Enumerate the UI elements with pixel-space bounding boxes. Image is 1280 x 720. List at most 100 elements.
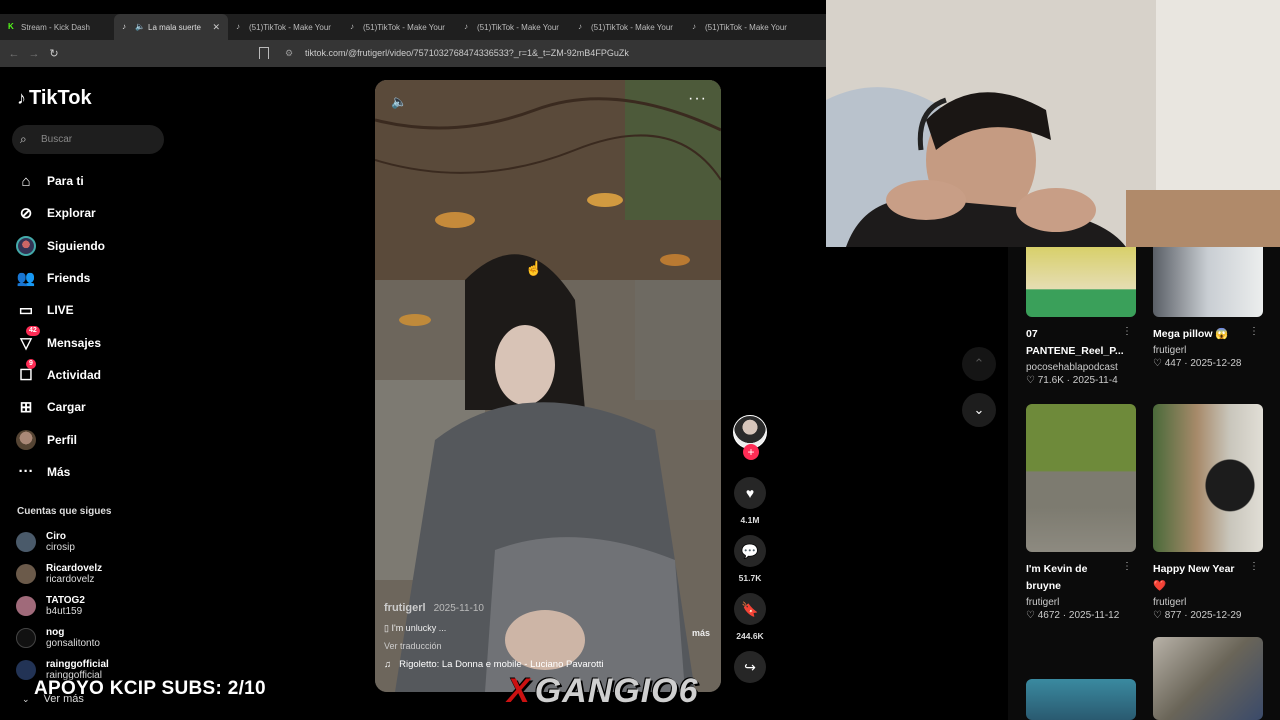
video-frame — [375, 80, 721, 692]
follow-plus-icon[interactable]: + — [743, 444, 759, 460]
bookmark-icon[interactable] — [259, 47, 269, 59]
nav-live[interactable]: ▭ LIVE — [16, 294, 105, 326]
site-info-icon[interactable]: ⚙ — [285, 40, 295, 67]
like-action[interactable]: ♥ 4.1M — [732, 477, 768, 525]
browser-tab-active[interactable]: ♪ 🔈 La mala suerte ✕ — [114, 14, 228, 40]
card-more-icon[interactable]: ⋮ — [1122, 561, 1132, 572]
card-more-icon[interactable]: ⋮ — [1249, 326, 1259, 337]
card-meta: ♡ 447 · 2025-12-28 — [1153, 358, 1242, 369]
share-action[interactable]: ↪ — [732, 651, 768, 683]
card-more-icon[interactable]: ⋮ — [1249, 561, 1259, 572]
card-user: pocosehablapodcast — [1026, 362, 1118, 373]
nav-cargar[interactable]: ⊞ Cargar — [16, 391, 105, 423]
tiktok-icon: ♪ — [122, 22, 126, 31]
nav-friends[interactable]: 👥 Friends — [16, 262, 105, 294]
following-account[interactable]: Ricardovelz ricardovelz — [16, 558, 109, 590]
browser-tab[interactable]: K Stream - Kick Dash — [0, 14, 114, 40]
next-video-button[interactable]: ⌄ — [962, 393, 996, 427]
browser-tab[interactable]: ♪ (51)TikTok - Make Your — [342, 14, 456, 40]
search-input[interactable] — [41, 134, 151, 145]
nav-perfil[interactable]: Perfil — [16, 423, 105, 455]
card-meta: ♡ 71.6K · 2025-11-4 — [1026, 375, 1118, 386]
tiktok-icon: ♪ — [578, 22, 582, 31]
profile-avatar — [16, 429, 36, 450]
browser-tab[interactable]: ♪ (51)TikTok - Make Your — [570, 14, 684, 40]
messages-badge: 42 — [26, 326, 40, 337]
related-video-card[interactable]: Mega pillow 😱 ⋮ frutigerl ♡ 447 · 2025-1… — [1153, 247, 1263, 369]
like-count: 4.1M — [740, 515, 760, 525]
browser-tab[interactable]: ♪ (51)TikTok - Make Your — [228, 14, 342, 40]
following-account[interactable]: nog gonsalitonto — [16, 622, 109, 654]
more-icon: ··· — [18, 463, 34, 481]
tiktok-logo[interactable]: ♪ TikTok — [17, 87, 92, 110]
related-video-card[interactable]: I'm Kevin de bruyne ⋮ frutigerl ♡ 4672 · … — [1026, 404, 1136, 621]
card-title: Mega pillow 😱 — [1153, 328, 1229, 340]
creator-avatar[interactable]: + — [733, 415, 767, 460]
music-link[interactable]: ♫ Rigoletto: La Donna e mobile - Luciano … — [384, 659, 714, 670]
browser-tab-bar: K Stream - Kick Dash ♪ 🔈 La mala suerte ✕ ♪(… — [0, 14, 826, 40]
card-title: 07 PANTENE_Reel_P... — [1026, 328, 1124, 357]
video-thumbnail — [1153, 637, 1263, 720]
share-icon: ↪ — [734, 651, 766, 683]
related-videos: 07 PANTENE_Reel_P... ⋮ pocosehablapodcast… — [1008, 247, 1280, 720]
video-thumbnail — [1026, 679, 1136, 720]
card-more-icon[interactable]: ⋮ — [1122, 326, 1132, 337]
forward-icon[interactable]: → — [24, 48, 44, 60]
pointer-cursor-icon: ☝ — [525, 260, 543, 276]
following-avatar — [16, 235, 36, 256]
save-action[interactable]: 🔖 244.6K — [732, 593, 768, 641]
webcam-overlay — [826, 0, 1280, 247]
back-icon[interactable]: ← — [4, 48, 24, 60]
following-account[interactable]: Ciro cirosip — [16, 526, 109, 558]
comment-action[interactable]: 💬 51.7K — [732, 535, 768, 583]
nav-mas[interactable]: ··· Más — [16, 456, 105, 488]
comment-icon: 💬 — [734, 535, 766, 567]
url-field[interactable]: ⚙ tiktok.com/@frutigerl/video/75710327684… — [285, 40, 629, 67]
tiktok-icon: ♪ — [236, 22, 240, 31]
reload-icon[interactable]: ↻ — [44, 47, 64, 60]
browser-tab[interactable]: ♪ (51)TikTok - Make Your — [684, 14, 798, 40]
avatar — [16, 660, 36, 680]
card-user: frutigerl — [1026, 597, 1060, 608]
video-player[interactable]: 🔈 ··· ☝ frutigerl 2025-11-10 ▯ I'm unluck… — [375, 80, 721, 692]
following-title: Cuentas que sigues — [17, 506, 112, 517]
speaker-icon: 🔈 — [135, 22, 145, 31]
live-icon: ▭ — [18, 302, 34, 320]
translate-link[interactable]: Ver traducción — [384, 641, 714, 651]
close-tab-icon[interactable]: ✕ — [212, 22, 220, 33]
heart-outline-icon: ♡ — [1026, 375, 1035, 386]
related-video-card[interactable] — [1153, 637, 1263, 720]
nav-siguiendo[interactable]: Siguiendo — [16, 230, 105, 262]
video-author[interactable]: frutigerl 2025-11-10 — [384, 602, 714, 614]
related-video-card[interactable] — [1026, 679, 1136, 720]
nav-mensajes[interactable]: ▽ 42 Mensajes — [16, 326, 105, 358]
related-video-card[interactable]: 07 PANTENE_Reel_P... ⋮ pocosehablapodcast… — [1026, 247, 1136, 386]
related-video-card[interactable]: Happy New Year ❤️ ⋮ frutigerl ♡ 877 · 202… — [1153, 404, 1263, 621]
more-button[interactable]: más — [692, 628, 710, 638]
nav-para-ti[interactable]: ⌂ Para ti — [16, 165, 105, 197]
music-note-icon: ♫ — [384, 659, 392, 670]
video-thumbnail — [1026, 247, 1136, 317]
video-date: 2025-11-10 — [433, 603, 484, 614]
card-title: Happy New Year ❤️ — [1153, 563, 1235, 592]
previous-video-button[interactable]: ⌃ — [962, 347, 996, 381]
heart-outline-icon: ♡ — [1153, 610, 1162, 621]
video-thumbnail — [1153, 404, 1263, 552]
volume-icon[interactable]: 🔈 — [391, 94, 407, 110]
heart-icon: ♥ — [734, 477, 766, 509]
compass-icon: ⊘ — [19, 205, 33, 223]
chevron-down-icon: ⌄ — [973, 402, 985, 417]
browser-tab[interactable]: ♪ (51)TikTok - Make Your — [456, 14, 570, 40]
friends-icon: 👥 — [16, 270, 36, 288]
card-title: I'm Kevin de bruyne — [1026, 563, 1088, 592]
video-thumbnail — [1153, 247, 1263, 317]
more-options-icon[interactable]: ··· — [688, 90, 707, 108]
comment-count: 51.7K — [738, 573, 762, 583]
nav-explorar[interactable]: ⊘ Explorar — [16, 197, 105, 229]
streamer-watermark: X GANGIO6 — [507, 672, 699, 710]
search-box[interactable]: ⌕ — [12, 125, 164, 154]
following-account[interactable]: TATOG2 b4ut159 — [16, 590, 109, 622]
tiktok-icon: ♪ — [350, 22, 354, 31]
bookmark-icon: 🔖 — [734, 593, 766, 625]
nav-actividad[interactable]: ☐ 9 Actividad — [16, 358, 105, 391]
